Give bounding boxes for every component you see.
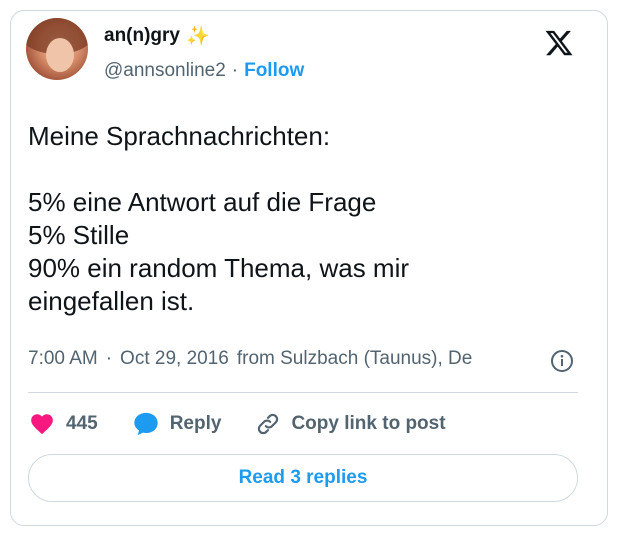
tweet-line: 5% eine Antwort auf die Frage	[28, 187, 377, 217]
info-icon[interactable]	[550, 349, 574, 373]
like-button[interactable]: 445	[28, 411, 98, 437]
handle-separator: ·	[231, 60, 239, 81]
follow-button[interactable]: Follow	[244, 60, 304, 82]
tweet-line	[28, 153, 578, 186]
tweet-time[interactable]: 7:00 AM	[28, 348, 98, 370]
tweet-text: Meine Sprachnachrichten: 5% eine Antwort…	[28, 120, 578, 318]
author-handle-row: @annsonline2 · Follow	[104, 60, 304, 82]
read-replies-button[interactable]: Read 3 replies	[28, 454, 578, 502]
reply-button[interactable]: Reply	[132, 410, 222, 438]
divider	[28, 392, 578, 393]
tweet-line: 5% Stille	[28, 220, 130, 250]
copy-link-label: Copy link to post	[291, 413, 446, 434]
tweet-line: 90% ein random Thema, was mir	[28, 253, 410, 283]
author-handle[interactable]: @annsonline2	[104, 60, 226, 82]
heart-icon	[31, 414, 53, 435]
meta-separator: ·	[105, 348, 113, 369]
reply-bubble-icon	[134, 412, 158, 436]
reply-label: Reply	[169, 413, 222, 434]
like-count: 445	[66, 413, 98, 434]
tweet-location[interactable]: from Sulzbach (Taunus), De	[237, 348, 473, 370]
tweet-line: eingefallen ist.	[28, 286, 195, 316]
tweet-date[interactable]: Oct 29, 2016	[120, 348, 229, 370]
avatar[interactable]	[26, 18, 88, 80]
avatar-face	[46, 38, 74, 72]
action-bar: 445 Reply Copy link to post	[28, 408, 480, 440]
tweet-line: Meine Sprachnachrichten:	[28, 121, 331, 151]
author-display-name[interactable]: an(n)gry	[104, 25, 180, 47]
sparkle-emoji: ✨	[186, 26, 210, 47]
author-name-row: an(n)gry ✨	[104, 24, 210, 48]
tweet-meta: 7:00 AM · Oct 29, 2016 from Sulzbach (Ta…	[28, 348, 472, 370]
x-logo-icon[interactable]	[544, 28, 574, 58]
link-icon	[258, 413, 279, 435]
copy-link-button[interactable]: Copy link to post	[255, 411, 446, 437]
